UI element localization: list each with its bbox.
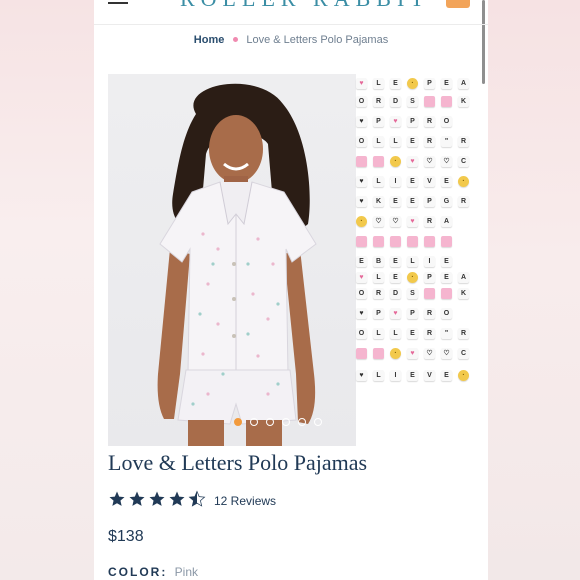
gallery-dot-1[interactable] <box>234 418 242 426</box>
background-right <box>488 0 580 580</box>
breadcrumb: Home Love & Letters Polo Pajamas <box>94 34 488 46</box>
product-page: ROLLER RABBIT Home Love & Letters Polo Pa… <box>94 0 488 580</box>
breadcrumb-home-link[interactable]: Home <box>194 34 225 46</box>
gallery-dot-2[interactable] <box>250 418 258 426</box>
product-image[interactable] <box>108 74 356 446</box>
site-header: ROLLER RABBIT <box>94 0 488 25</box>
brand-logo[interactable]: ROLLER RABBIT <box>180 0 430 12</box>
model-photo <box>157 83 317 446</box>
cart-icon[interactable] <box>446 0 470 8</box>
next-product-image[interactable]: ♥ L E · P E A ORDS K ♥ P ♥ P R O O L L E R " R · ♥ ♡ ♡ C ♥ L I E… <box>356 74 488 394</box>
color-selector: COLOR: Pink <box>108 565 198 579</box>
half-star-icon <box>188 490 206 507</box>
breadcrumb-separator <box>233 37 239 43</box>
reviews-link[interactable]: 12 Reviews <box>214 494 276 508</box>
color-label: COLOR: <box>108 565 168 579</box>
background-left <box>0 0 94 580</box>
color-value: Pink <box>174 565 199 579</box>
star-icon <box>149 491 165 506</box>
gallery-dot-6[interactable] <box>314 418 322 426</box>
hamburger-icon[interactable] <box>108 0 128 4</box>
star-icon <box>169 491 185 506</box>
star-icon <box>129 491 145 506</box>
star-icon <box>109 491 125 506</box>
gallery-pagination <box>108 418 356 428</box>
gallery-dot-3[interactable] <box>266 418 274 426</box>
product-price: $138 <box>108 528 144 545</box>
breadcrumb-current: Love & Letters Polo Pajamas <box>246 34 389 46</box>
product-title: Love & Letters Polo Pajamas <box>108 450 368 475</box>
gallery-dot-5[interactable] <box>298 418 306 426</box>
gallery-dot-4[interactable] <box>282 418 290 426</box>
